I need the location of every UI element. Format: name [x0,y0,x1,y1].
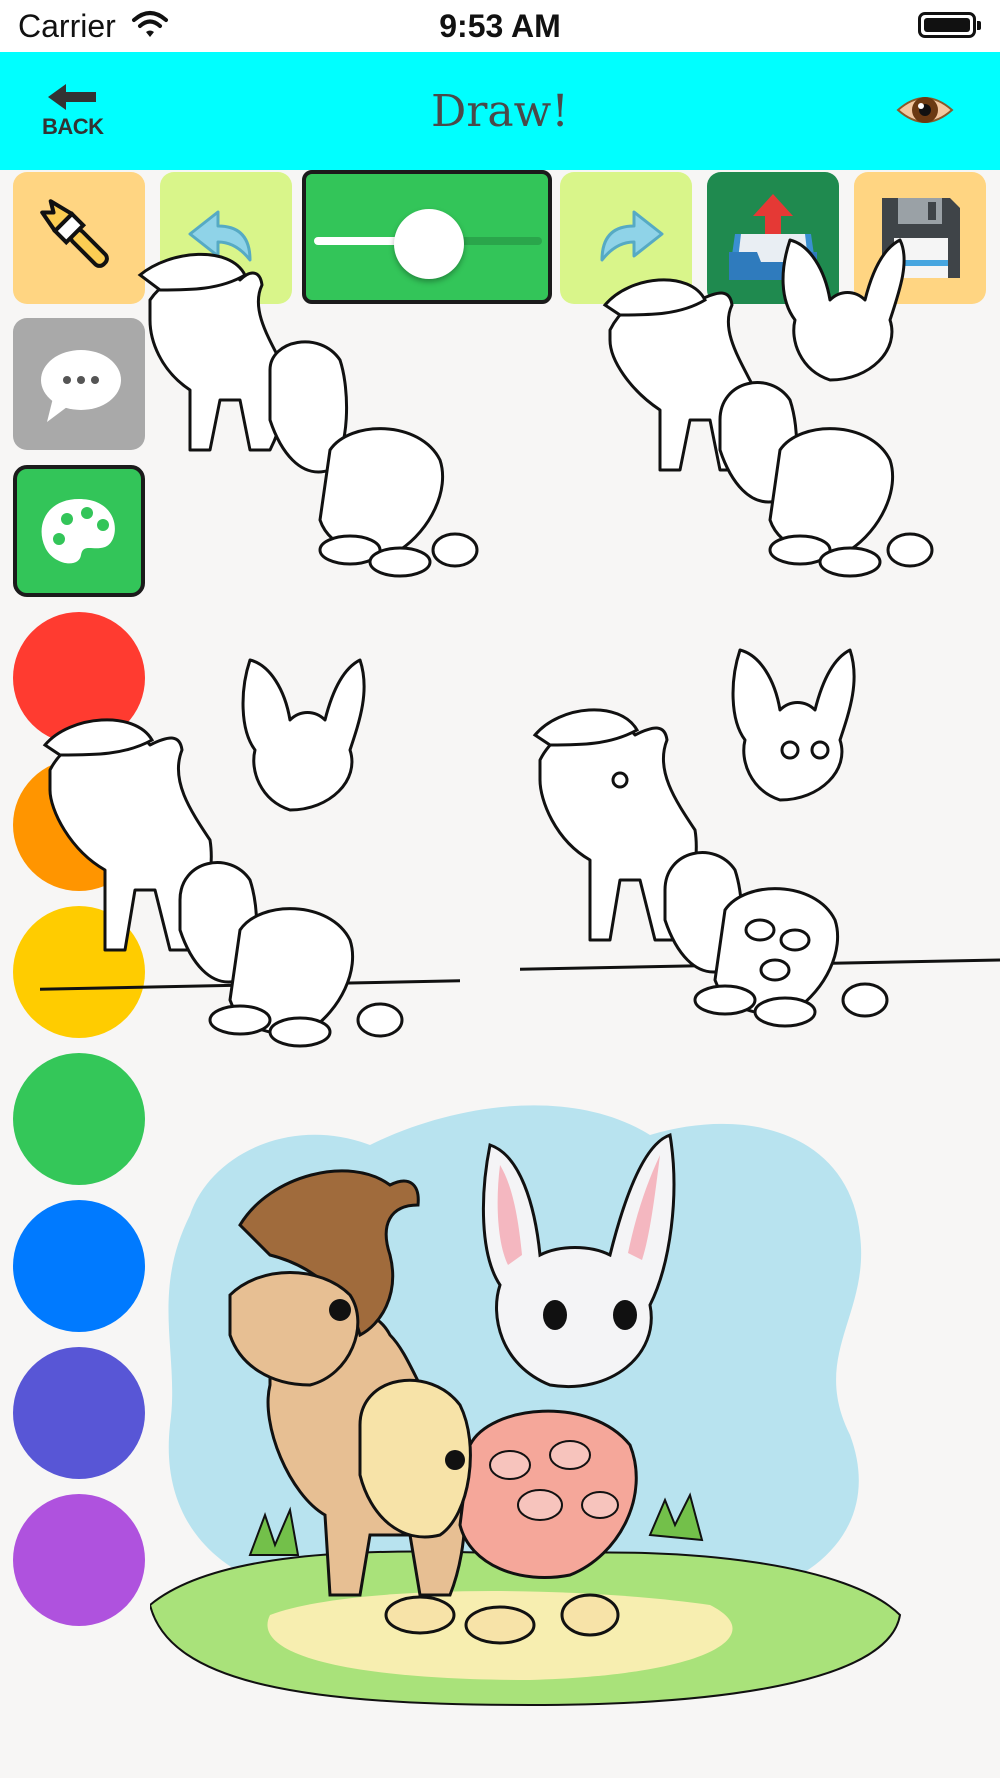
drawing-step-2 [602,238,934,578]
eye-icon[interactable] [896,90,954,135]
palette-tool-button[interactable] [13,465,145,597]
nav-bar: BACK Draw! [0,52,1000,170]
speech-tool-button[interactable] [13,318,145,450]
color-swatch-indigo[interactable] [13,1347,145,1479]
color-swatch-purple[interactable] [13,1494,145,1626]
drawing-step-5-colored [150,1105,902,1707]
drawing-step-4 [520,648,1000,1028]
speech-bubble-icon [41,350,121,422]
drawing-step-1 [137,252,479,578]
status-bar: Carrier 9:53 AM [0,0,1000,52]
clock: 9:53 AM [439,8,561,44]
page-title: Draw! [431,86,569,137]
brush-tool-button[interactable] [13,172,145,304]
color-swatch-blue[interactable] [13,1200,145,1332]
battery-icon [918,12,981,38]
drawing-step-3 [40,658,460,1048]
palette-icon [41,499,115,564]
color-swatch-green[interactable] [13,1053,145,1185]
brush-icon [40,199,109,268]
